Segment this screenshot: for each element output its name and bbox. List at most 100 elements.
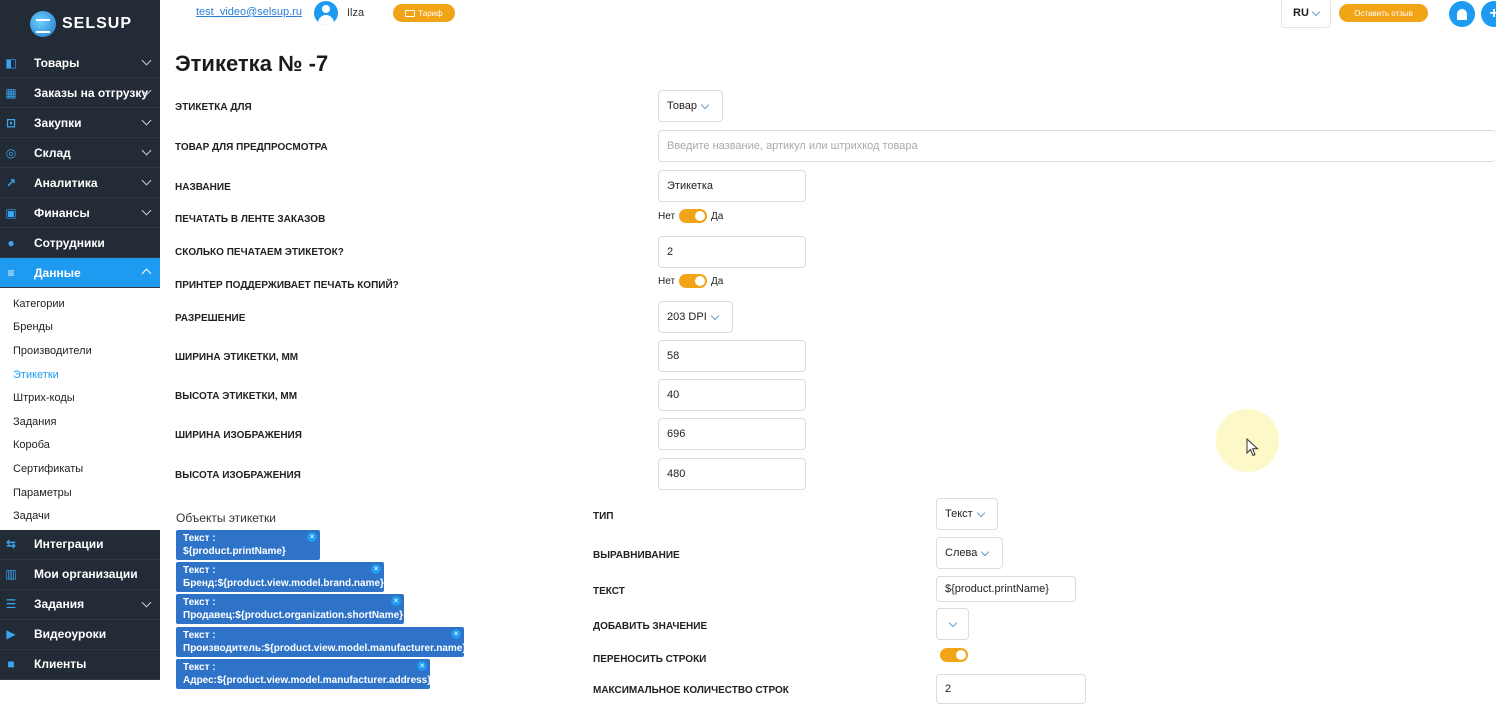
sidebar-item-3[interactable]: ⊡ Закупки [0, 108, 160, 138]
chevron-down-icon [981, 547, 990, 556]
close-icon[interactable]: ✕ [307, 532, 317, 542]
submenu-item[interactable]: Штрих-коды [0, 386, 160, 410]
sidebar-item-4[interactable]: ◎ Склад [0, 138, 160, 168]
object-value: Производитель:${product.view.model.manuf… [183, 643, 467, 654]
sidebar-item-label: Мои организации [34, 567, 138, 582]
label-for-value: Товар [667, 100, 697, 112]
resolution-select[interactable]: 203 DPI [658, 301, 733, 333]
chevron-down-icon [141, 145, 152, 156]
video-icon: ▶ [6, 627, 16, 642]
submenu-item[interactable]: Производители [0, 339, 160, 363]
sidebar-item-3[interactable]: ☰ Задания [0, 590, 160, 620]
sidebar-item-5[interactable]: ■ Клиенты [0, 650, 160, 680]
label-object-chip[interactable]: Текст : Производитель:${product.view.mode… [176, 627, 467, 657]
submenu-item[interactable]: Сертификаты [0, 457, 160, 481]
submenu-item[interactable]: Этикетки [0, 363, 160, 387]
submenu-item[interactable]: Бренды [0, 316, 160, 340]
sidebar-item-label: Клиенты [34, 657, 87, 672]
type-select[interactable]: Текст [936, 498, 998, 530]
sidebar-item-label: Финансы [34, 205, 90, 220]
object-type: Текст : [183, 565, 216, 576]
user-icon: ● [7, 235, 15, 250]
sidebar-item-label: Данные [34, 265, 81, 280]
type-value: Текст [945, 508, 973, 520]
sidebar-item-5[interactable]: ↗ Аналитика [0, 168, 160, 198]
close-icon[interactable]: ✕ [371, 564, 381, 574]
preview-product-input[interactable]: Введите название, артикул или штрихкод т… [658, 130, 1496, 162]
language-value: RU [1293, 7, 1309, 19]
max-lines-input[interactable]: 2 [936, 674, 1086, 704]
chevron-down-icon [141, 55, 152, 66]
chevron-down-icon [141, 205, 152, 216]
plus-icon[interactable]: + [1481, 1, 1496, 27]
sidebar-item-6[interactable]: ▣ Финансы [0, 198, 160, 228]
credit-card-icon [405, 9, 416, 17]
add-value-label: ДОБАВИТЬ ЗНАЧЕНИЕ [593, 621, 708, 632]
sidebar-item-7[interactable]: ● Сотрудники [0, 228, 160, 258]
label-height-input[interactable]: 40 [658, 379, 806, 411]
close-icon[interactable]: ✕ [417, 661, 427, 671]
cart-icon: ⊡ [5, 115, 17, 130]
object-value: Продавец:${product.organization.shortNam… [183, 610, 404, 621]
name-input[interactable]: Этикетка [658, 170, 806, 202]
lock-icon: ■ [7, 657, 15, 672]
align-select[interactable]: Слева [936, 537, 1003, 569]
submenu-item[interactable]: Задачи [0, 504, 160, 528]
text-label: ТЕКСТ [593, 586, 625, 597]
label-object-chip[interactable]: Текст : Бренд:${product.view.model.brand.… [176, 562, 384, 592]
type-label: ТИП [593, 511, 614, 522]
label-object-chip[interactable]: Текст : Адрес:${product.view.model.manufa… [176, 659, 431, 689]
submenu-item[interactable]: Короба [0, 434, 160, 458]
label-object-chip[interactable]: Текст : Продавец:${product.organization.s… [176, 594, 404, 624]
close-icon[interactable]: ✕ [391, 596, 401, 606]
close-icon[interactable]: ✕ [451, 629, 461, 639]
nav-top: ◧ Товары ▦ Заказы на отгрузку ⊡ Закупки ◎ Склад… [0, 48, 160, 288]
resolution-label: РАЗРЕШЕНИЕ [175, 313, 246, 324]
print-in-feed-toggle[interactable] [679, 209, 708, 223]
text-input[interactable]: ${product.printName} [936, 576, 1076, 602]
add-value-select[interactable] [936, 608, 969, 640]
chevron-up-icon [141, 268, 152, 279]
toggle-off-label: Нет [658, 210, 676, 222]
feedback-button[interactable]: Оставить отзыв [1339, 4, 1428, 22]
object-type: Текст : [183, 533, 216, 544]
logo-text: SELSUP [62, 15, 133, 32]
bell-icon[interactable] [1449, 1, 1475, 27]
language-select[interactable]: RU [1281, 0, 1331, 28]
submenu-item[interactable]: Параметры [0, 481, 160, 505]
logo[interactable]: SELSUP [0, 0, 160, 48]
labels-count-input[interactable]: 2 [658, 236, 806, 268]
sidebar-item-8[interactable]: ≡ Данные [0, 258, 160, 288]
resolution-value: 203 DPI [667, 311, 707, 323]
label-for-select[interactable]: Товар [658, 90, 723, 122]
chevron-down-icon [1311, 7, 1321, 16]
sidebar-item-1[interactable]: ⇆ Интеграции [0, 530, 160, 560]
image-width-input[interactable]: 696 [658, 418, 806, 450]
label-object-chip[interactable]: Текст : ${product.printName} ✕ [176, 530, 320, 560]
sidebar-item-label: Аналитика [34, 175, 98, 190]
sidebar-item-1[interactable]: ◧ Товары [0, 48, 160, 78]
submenu-item[interactable]: Задания [0, 410, 160, 434]
label-width-input[interactable]: 58 [658, 340, 806, 372]
tariff-label: Тариф [418, 8, 443, 18]
align-label: ВЫРАВНИВАНИЕ [593, 550, 680, 561]
sidebar-item-label: Задания [34, 597, 85, 612]
label-for-label: ЭТИКЕТКА ДЛЯ [175, 102, 252, 113]
chevron-down-icon [976, 508, 985, 517]
selsup-logo-icon [30, 11, 56, 37]
tariff-button[interactable]: Тариф [393, 4, 455, 22]
objects-title: Объекты этикетки [176, 511, 276, 525]
printer-copies-toggle[interactable] [679, 274, 708, 288]
object-value: Бренд:${product.view.model.brand.name} [183, 578, 384, 589]
sidebar-item-2[interactable]: ▥ Мои организации [0, 560, 160, 590]
align-value: Слева [945, 547, 978, 559]
image-height-input[interactable]: 480 [658, 458, 806, 490]
sidebar-item-4[interactable]: ▶ Видеоуроки [0, 620, 160, 650]
chevron-down-icon [710, 311, 719, 320]
wrap-lines-toggle[interactable] [940, 648, 968, 662]
submenu-item[interactable]: Категории [0, 292, 160, 316]
user-email-link[interactable]: test_video@selsup.ru [196, 6, 302, 18]
avatar-icon[interactable] [314, 1, 338, 25]
sidebar-item-2[interactable]: ▦ Заказы на отгрузку [0, 78, 160, 108]
sidebar-item-label: Видеоуроки [34, 627, 107, 642]
